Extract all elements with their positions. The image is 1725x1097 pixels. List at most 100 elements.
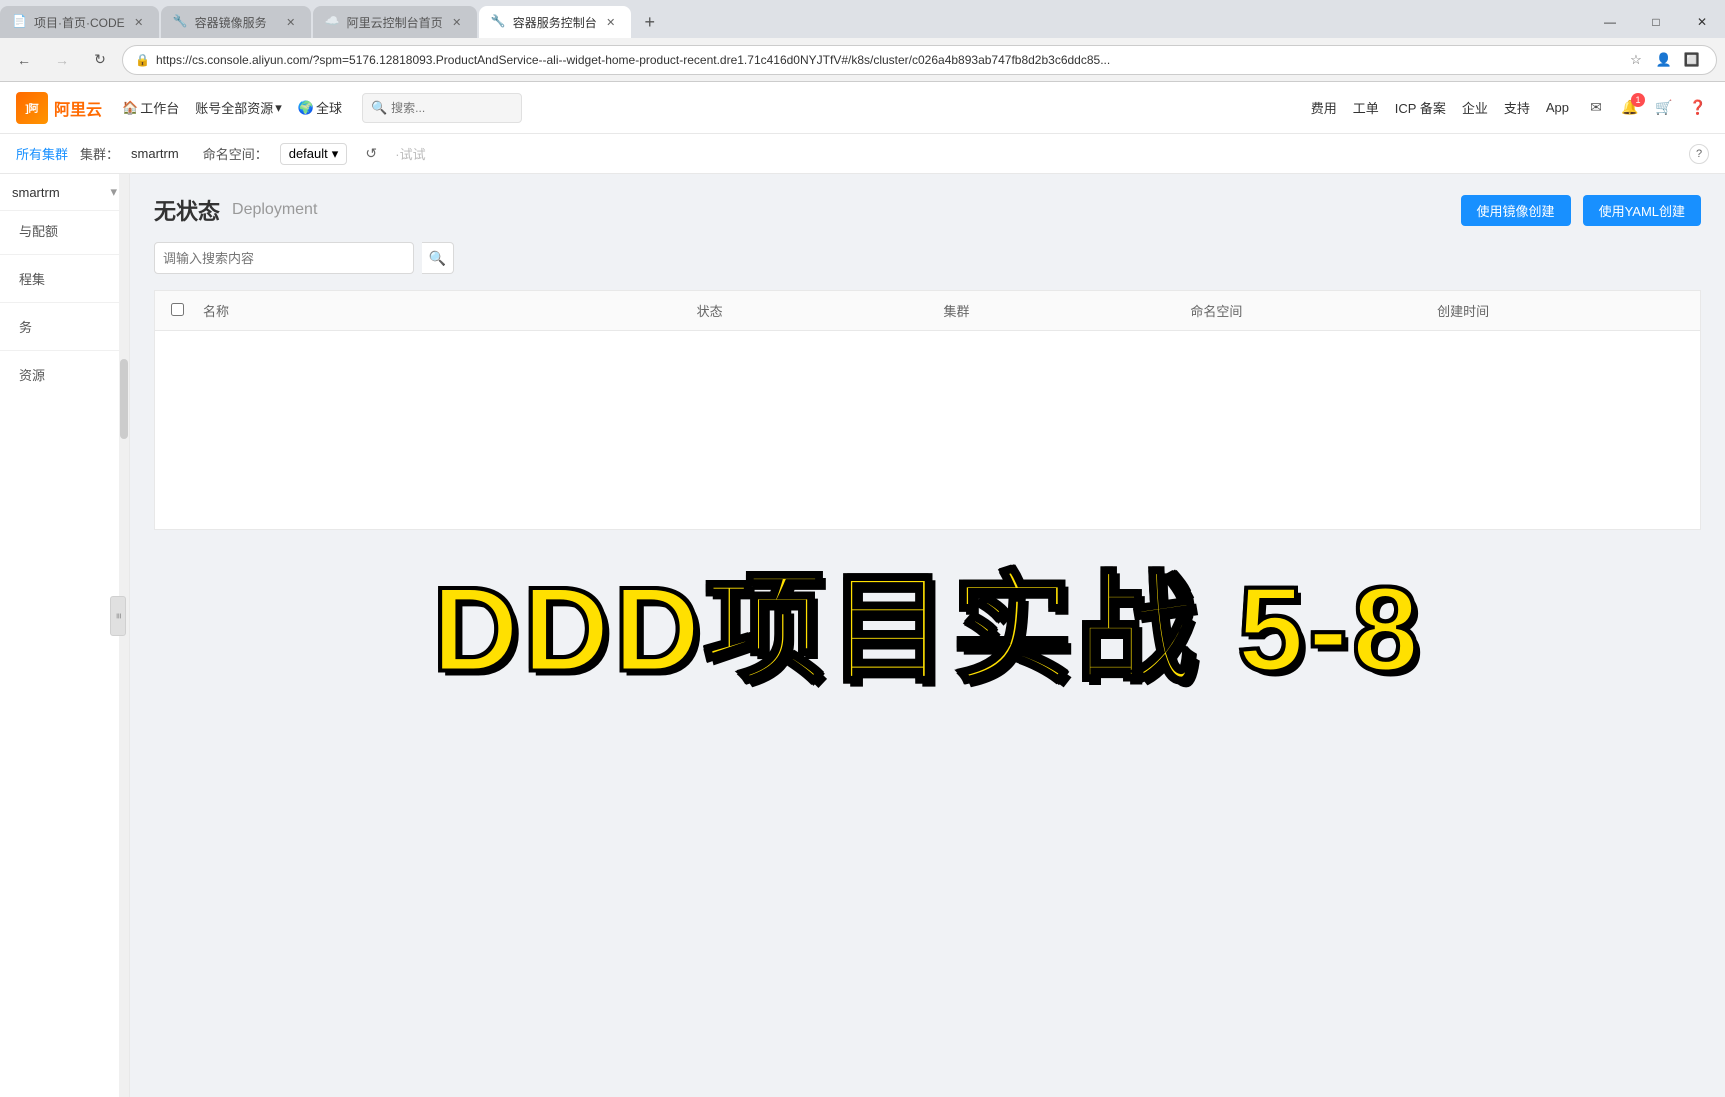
top-search-bar[interactable]: 🔍	[362, 93, 522, 123]
tab-4-icon: 🔧	[491, 14, 507, 30]
namespace-select[interactable]: default ▾	[280, 143, 348, 165]
search-icon: 🔍	[371, 100, 387, 116]
table-header: 名称 状态 集群 命名空间 创建时间	[154, 290, 1701, 330]
message-icon[interactable]: ✉	[1585, 97, 1607, 119]
overlay-title: DDD项目实战 5-8	[432, 531, 1423, 705]
page-title: 无状态	[154, 194, 220, 226]
th-namespace: 命名空间	[1190, 301, 1437, 320]
sidebar-divider-2	[0, 302, 129, 303]
notification-badge: 1	[1631, 93, 1645, 107]
top-nav: ]阿 阿里云 🏠 工作台 账号全部资源 ▾ 🌍 全球 🔍 费用 工单 ICP 备…	[0, 82, 1725, 134]
sub-nav-right: ?	[1689, 144, 1709, 164]
search-row: 🔍	[154, 242, 1701, 274]
sidebar-cluster-chevron[interactable]: ▾	[110, 184, 117, 200]
url-text: https://cs.console.aliyun.com/?spm=5176.…	[156, 53, 1624, 67]
sidebar-item-务[interactable]: 务	[0, 307, 129, 346]
logo-icon: ]阿	[16, 92, 48, 124]
extensions-icon[interactable]: 🔲	[1680, 48, 1704, 72]
back-button[interactable]: ←	[8, 44, 40, 76]
select-all-checkbox[interactable]	[171, 303, 184, 316]
reload-button[interactable]: ↻	[84, 44, 116, 76]
ticket-link[interactable]: 工单	[1353, 98, 1379, 117]
sidebar-scrollbar[interactable]	[119, 174, 129, 1097]
th-cluster: 集群	[944, 301, 1191, 320]
action-buttons: 使用镜像创建 使用YAML创建	[1461, 195, 1701, 226]
page-title-row: 无状态 Deployment 使用镜像创建 使用YAML创建	[154, 194, 1701, 226]
sidebar-cluster: smartrm ▾	[0, 174, 129, 211]
tab-1[interactable]: 📄 项目·首页·CODE ✕	[0, 6, 159, 38]
search-input-field[interactable]	[163, 251, 363, 266]
sidebar-divider-3	[0, 350, 129, 351]
region-label: 全球	[316, 98, 342, 117]
all-clusters-link[interactable]: 所有集群	[16, 144, 68, 163]
profile-icon[interactable]: 👤	[1652, 48, 1676, 72]
cluster-value: smartrm	[131, 146, 179, 161]
tab-1-label: 项目·首页·CODE	[34, 14, 125, 31]
sidebar-scroll-thumb	[120, 359, 128, 439]
th-status: 状态	[697, 301, 944, 320]
tab-2[interactable]: 🔧 容器镜像服务 ✕	[161, 6, 311, 38]
region-dropdown[interactable]: 🌍 全球	[298, 98, 342, 117]
sub-help-icon[interactable]: ?	[1689, 144, 1709, 164]
tab-3-close[interactable]: ✕	[449, 14, 465, 30]
table-body-empty	[154, 330, 1701, 530]
search-input[interactable]	[391, 101, 511, 115]
globe-icon: 🌍	[298, 100, 314, 116]
workbench-link[interactable]: 🏠 工作台	[122, 98, 179, 117]
checkbox-col-header[interactable]	[171, 303, 203, 319]
help-icon[interactable]: ❓	[1687, 97, 1709, 119]
tab-1-icon: 📄	[12, 14, 28, 30]
handle-lines-icon: ≡	[113, 613, 124, 619]
workbench-label: 工作台	[140, 98, 179, 117]
sub-nav: 所有集群 集群： smartrm 命名空间： default ▾ ↺ ·试试 ?	[0, 134, 1725, 174]
overlay-container: DDD项目实战 5-8	[432, 531, 1423, 705]
search-field[interactable]	[154, 242, 414, 274]
close-button[interactable]: ✕	[1679, 6, 1725, 38]
tab-3[interactable]: ☁️ 阿里云控制台首页 ✕	[313, 6, 477, 38]
enterprise-link[interactable]: 企业	[1462, 98, 1488, 117]
tab-2-close[interactable]: ✕	[283, 14, 299, 30]
tab-bar: 📄 项目·首页·CODE ✕ 🔧 容器镜像服务 ✕ ☁️ 阿里云控制台首页 ✕ …	[0, 0, 1725, 38]
chevron-down-icon: ▾	[275, 100, 282, 116]
account-label: 账号全部资源	[195, 98, 273, 117]
notification-icon[interactable]: 🔔 1	[1619, 97, 1641, 119]
support-link[interactable]: 支持	[1504, 98, 1530, 117]
namespace-chevron-icon: ▾	[332, 146, 339, 162]
tab-1-close[interactable]: ✕	[131, 14, 147, 30]
tab-4[interactable]: 🔧 容器服务控制台 ✕	[479, 6, 631, 38]
url-bar[interactable]: 🔒 https://cs.console.aliyun.com/?spm=517…	[122, 45, 1717, 75]
aliyun-logo: ]阿 阿里云	[16, 92, 102, 124]
namespace-value: default	[289, 146, 328, 161]
sidebar-handle-button[interactable]: ≡	[110, 596, 126, 636]
sidebar-item-with-配额[interactable]: 与配额	[0, 211, 129, 250]
refresh-button[interactable]: ↺	[359, 142, 383, 166]
minimize-button[interactable]: —	[1587, 6, 1633, 38]
cluster-label: 集群：	[80, 144, 119, 163]
forward-button[interactable]: →	[46, 44, 78, 76]
icp-link[interactable]: ICP 备案	[1395, 98, 1446, 117]
content-area: 无状态 Deployment 使用镜像创建 使用YAML创建 🔍 名称 状态 集…	[130, 174, 1725, 1097]
create-with-image-button[interactable]: 使用镜像创建	[1461, 195, 1571, 226]
th-create-time: 创建时间	[1437, 301, 1684, 320]
tab-2-icon: 🔧	[173, 14, 189, 30]
maximize-button[interactable]: □	[1633, 6, 1679, 38]
home-icon: 🏠	[122, 100, 138, 116]
cart-icon[interactable]: 🛒	[1653, 97, 1675, 119]
namespace-label: 命名空间：	[203, 144, 268, 163]
tab-4-close[interactable]: ✕	[603, 14, 619, 30]
create-with-yaml-button[interactable]: 使用YAML创建	[1583, 195, 1701, 226]
new-tab-button[interactable]: +	[635, 7, 665, 37]
sidebar-item-资源[interactable]: 资源	[0, 355, 129, 394]
sidebar-cluster-name: smartrm	[12, 185, 60, 200]
page-subtitle: Deployment	[232, 201, 317, 219]
tab-3-icon: ☁️	[325, 14, 341, 30]
tab-3-label: 阿里云控制台首页	[347, 14, 443, 31]
fees-link[interactable]: 费用	[1311, 98, 1337, 117]
app-link[interactable]: App	[1546, 100, 1569, 115]
search-button[interactable]: 🔍	[422, 242, 454, 274]
url-icons: ☆ 👤 🔲	[1624, 48, 1704, 72]
sidebar-divider-1	[0, 254, 129, 255]
account-dropdown[interactable]: 账号全部资源 ▾	[195, 98, 282, 117]
sidebar-item-程集[interactable]: 程集	[0, 259, 129, 298]
bookmark-star-icon[interactable]: ☆	[1624, 48, 1648, 72]
